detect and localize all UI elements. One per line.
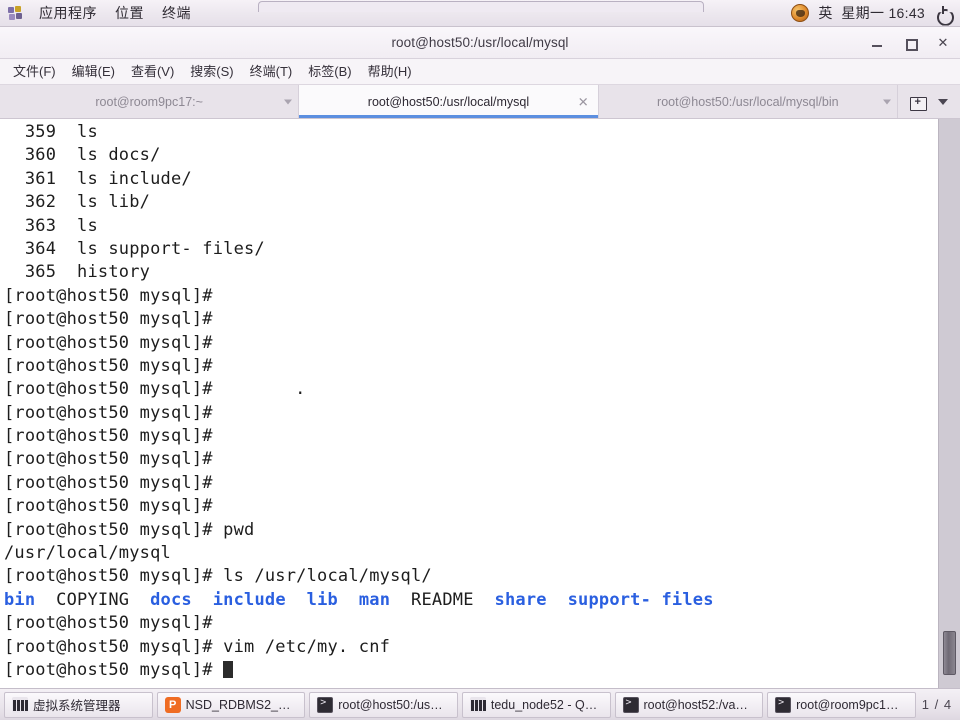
applications-grid-icon[interactable]	[8, 6, 24, 20]
tab-host50-mysql[interactable]: root@host50:/usr/local/mysql ✕	[299, 85, 599, 118]
taskbar-item-label: tedu_node52 - Q…	[490, 697, 598, 712]
prompt-line-with-dot: [root@host50 mysql]# .	[4, 379, 306, 400]
prompt-line: [root@host50 mysql]#	[4, 449, 224, 470]
prompt-line: [root@host50 mysql]#	[4, 496, 224, 517]
taskbar-item-label: root@host50:/us…	[338, 697, 443, 712]
prompt-line: [root@host50 mysql]#	[4, 402, 224, 423]
terminal-body[interactable]: 359 ls 360 ls docs/ 361 ls include/ 362 …	[0, 119, 960, 688]
tab-label: root@host50:/usr/local/mysql	[367, 94, 530, 109]
taskbar-item-label: NSD_RDBMS2_0…	[185, 697, 298, 712]
menu-tabs[interactable]: 标签(B)	[300, 60, 359, 84]
prompt-line: [root@host50 mysql]#	[4, 309, 224, 330]
scrollbar-thumb[interactable]	[943, 631, 956, 675]
terminal-output[interactable]: 359 ls 360 ls docs/ 361 ls include/ 362 …	[0, 119, 938, 688]
command-line-vim: [root@host50 mysql]# vim /etc/my. cnf	[4, 636, 391, 657]
window-controls: ✕	[869, 27, 951, 58]
taskbar-item-label: root@host52:/va…	[643, 697, 748, 712]
taskbar-item-vmm[interactable]: 虚拟系统管理器	[4, 691, 153, 718]
top-panel-left: 应用程序 位置 终端	[0, 0, 200, 26]
history-line: 359 ls	[4, 122, 98, 142]
chevron-down-icon[interactable]	[882, 99, 891, 104]
taskbar-item-tedu-node52[interactable]: tedu_node52 - Q…	[461, 691, 611, 718]
title-bar[interactable]: root@host50:/usr/local/mysql ✕	[0, 27, 960, 59]
prompt-line: [root@host50 mysql]#	[4, 613, 224, 634]
menu-search[interactable]: 搜索(S)	[182, 60, 241, 84]
taskbar-item-label: 虚拟系统管理器	[33, 699, 121, 713]
input-method-indicator[interactable]: 英	[818, 3, 832, 23]
taskbar-item-host52[interactable]: root@host52:/va…	[614, 691, 764, 718]
prompt-line: [root@host50 mysql]#	[4, 332, 224, 353]
clock[interactable]: 星期一 16:43	[841, 3, 925, 23]
terminal-icon	[775, 696, 792, 713]
menu-view[interactable]: 查看(V)	[123, 60, 182, 84]
background-window-edge	[258, 1, 704, 12]
power-icon[interactable]	[936, 5, 951, 21]
menu-edit[interactable]: 编辑(E)	[64, 60, 123, 84]
history-line: 363 ls	[4, 215, 98, 236]
tab-host50-mysql-bin[interactable]: root@host50:/usr/local/mysql/bin	[599, 85, 898, 118]
tab-label: root@host50:/usr/local/mysql/bin	[657, 94, 839, 109]
terminal-scrollbar[interactable]	[938, 119, 960, 688]
maximize-button[interactable]	[902, 35, 918, 51]
prompt-line: [root@host50 mysql]#	[4, 355, 224, 376]
new-tab-icon[interactable]	[910, 94, 928, 111]
menu-places[interactable]: 位置	[106, 0, 153, 26]
history-line: 364 ls support- files/	[4, 238, 265, 259]
prompt-line-active: [root@host50 mysql]#	[4, 659, 938, 682]
command-line-ls: [root@host50 mysql]# ls /usr/local/mysql…	[4, 566, 432, 587]
prompt-line: [root@host50 mysql]#	[4, 472, 224, 493]
taskbar-item-host50[interactable]: root@host50:/us…	[309, 691, 458, 718]
sun-icon[interactable]	[791, 4, 810, 22]
block-cursor	[223, 660, 234, 678]
taskbar-item-label: root@room9pc1…	[796, 697, 899, 712]
virtual-machine-icon	[469, 696, 486, 713]
tab-bar: root@room9pc17:~ root@host50:/usr/local/…	[0, 85, 960, 119]
tab-room9pc17[interactable]: root@room9pc17:~	[0, 85, 300, 118]
taskbar: 虚拟系统管理器 NSD_RDBMS2_0… root@host50:/us… t…	[0, 688, 960, 720]
menu-terminal[interactable]: 终端	[153, 0, 200, 26]
chevron-down-icon[interactable]	[284, 99, 293, 104]
output-line-ls: bin COPYING docs include lib man README …	[4, 589, 714, 610]
prompt-line: [root@host50 mysql]#	[4, 426, 224, 447]
terminal-window: root@host50:/usr/local/mysql ✕ 文件(F) 编辑(…	[0, 27, 960, 688]
history-line: 362 ls lib/	[4, 192, 151, 213]
menu-terminal[interactable]: 终端(T)	[242, 60, 301, 84]
history-line: 360 ls docs/	[4, 145, 161, 166]
close-button[interactable]: ✕	[935, 35, 951, 51]
history-line: 361 ls include/	[4, 168, 192, 189]
prompt-line: [root@host50 mysql]#	[4, 285, 224, 306]
chevron-down-icon[interactable]	[937, 98, 948, 105]
taskbar-item-room9pc1[interactable]: root@room9pc1…	[767, 691, 916, 718]
taskbar-item-wps[interactable]: NSD_RDBMS2_0…	[156, 691, 306, 718]
menu-bar: 文件(F) 编辑(E) 查看(V) 搜索(S) 终端(T) 标签(B) 帮助(H…	[0, 59, 960, 85]
terminal-icon	[622, 696, 639, 713]
output-line-pwd: /usr/local/mysql	[4, 543, 171, 564]
close-icon[interactable]: ✕	[578, 95, 589, 108]
workspace-indicator[interactable]: 1 / 4	[922, 697, 952, 712]
terminal-icon	[317, 696, 334, 713]
menu-applications[interactable]: 应用程序	[30, 0, 106, 26]
tab-actions	[897, 85, 960, 118]
minimize-button[interactable]	[869, 35, 885, 51]
command-line-pwd: [root@host50 mysql]# pwd	[4, 519, 255, 540]
virtual-machine-manager-icon	[12, 696, 28, 713]
history-line: 365 history	[4, 262, 151, 283]
tab-label: root@room9pc17:~	[95, 94, 203, 109]
menu-file[interactable]: 文件(F)	[5, 60, 64, 84]
window-title: root@host50:/usr/local/mysql	[391, 35, 569, 50]
menu-help[interactable]: 帮助(H)	[360, 60, 420, 84]
wps-presentation-icon	[164, 696, 181, 713]
top-panel-right: 英 星期一 16:43	[791, 3, 960, 23]
